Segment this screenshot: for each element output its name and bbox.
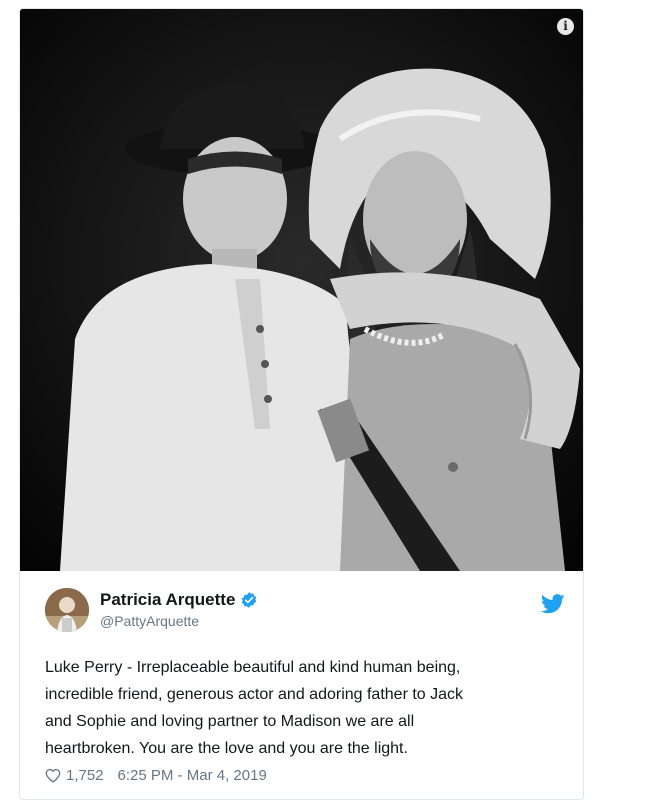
avatar-image bbox=[45, 588, 89, 632]
photo-illustration bbox=[20, 9, 583, 571]
tweet-text-line: Luke Perry - Irreplaceable beautiful and… bbox=[45, 659, 461, 676]
tweet-meta: 1,752 6:25 PM - Mar 4, 2019 bbox=[45, 767, 267, 784]
tweet-text-line: heartbroken. You are the love and you ar… bbox=[45, 740, 408, 757]
tweet-photo[interactable]: i bbox=[20, 9, 583, 571]
avatar[interactable] bbox=[45, 588, 89, 632]
twitter-bird-icon[interactable] bbox=[541, 594, 565, 614]
timestamp[interactable]: 6:25 PM - Mar 4, 2019 bbox=[118, 767, 267, 784]
tweet-header: Patricia Arquette @PattyArquette bbox=[45, 588, 565, 636]
verified-badge-icon bbox=[242, 592, 257, 608]
info-icon[interactable]: i bbox=[557, 18, 574, 35]
handle[interactable]: @PattyArquette bbox=[100, 613, 258, 629]
tweet-text-line: and Sophie and loving partner to Madison… bbox=[45, 713, 415, 730]
heart-icon[interactable] bbox=[45, 768, 61, 783]
tweet-text-line: incredible friend, generous actor and ad… bbox=[45, 686, 464, 703]
embedded-tweet-card: i Patricia Arquette @PattyArquette Luke … bbox=[19, 8, 584, 800]
like-count[interactable]: 1,752 bbox=[66, 767, 104, 784]
tweet-text: Luke Perry - Irreplaceable beautiful and… bbox=[45, 654, 565, 762]
author-info: Patricia Arquette @PattyArquette bbox=[100, 590, 258, 629]
display-name[interactable]: Patricia Arquette bbox=[100, 590, 235, 610]
